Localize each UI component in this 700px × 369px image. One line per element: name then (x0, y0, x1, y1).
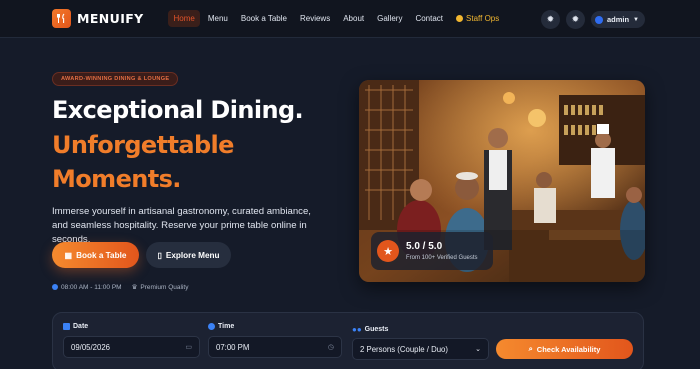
sun-icon: ✹ (546, 14, 555, 24)
rating-card: ★ 5.0 / 5.0 From 100+ Verified Guests (371, 232, 493, 270)
rating-text: 5.0 / 5.0 From 100+ Verified Guests (406, 241, 478, 261)
theme-toggle-button[interactable]: ✹ (540, 10, 560, 29)
date-input[interactable]: 09/05/2026 ▭ (63, 336, 200, 358)
hero-title-line-1: Exceptional Dining. (52, 96, 304, 124)
guests-label-text: Guests (364, 326, 389, 333)
time-value: 07:00 PM (216, 342, 250, 352)
rating-subtitle: From 100+ Verified Guests (406, 255, 478, 261)
quality-info: ♛ Premium Quality (131, 283, 189, 292)
clock-picker-icon[interactable]: ◷ (328, 343, 334, 351)
clock-icon (208, 323, 215, 330)
calendar-icon: ▦ (64, 250, 73, 260)
caret-down-icon: ▼ (633, 16, 639, 23)
check-availability-button[interactable]: ⌕ Check Availability (496, 339, 633, 359)
book-open-icon: ▯ (157, 250, 162, 260)
star-icon: ★ (377, 240, 399, 262)
brand[interactable]: MENUIFY (52, 9, 144, 28)
staff-icon (456, 15, 464, 22)
settings-button[interactable]: ✹ (565, 10, 585, 29)
explore-menu-button[interactable]: ▯ Explore Menu (146, 242, 231, 268)
calendar-icon (63, 323, 70, 330)
staff-ops-label: Staff Ops (466, 14, 500, 23)
utensils-icon (52, 9, 71, 28)
opening-hours-text: 08:00 AM - 11:00 PM (61, 283, 122, 291)
gear-icon: ✹ (571, 14, 580, 24)
user-menu[interactable]: admin ▼ (590, 11, 645, 28)
explore-menu-label: Explore Menu (165, 250, 220, 260)
search-icon: ⌕ (528, 344, 533, 353)
hero-title-line-2: Unforgettable (52, 131, 234, 159)
time-label-text: Time (218, 323, 235, 330)
nav-about[interactable]: About (338, 10, 370, 27)
nav-gallery[interactable]: Gallery (372, 10, 408, 27)
guests-label: ●● Guests (352, 325, 388, 334)
date-label-text: Date (73, 323, 89, 330)
hero-meta: 08:00 AM - 11:00 PM ♛ Premium Quality (52, 283, 188, 291)
book-a-table-label: Book a Table (76, 250, 127, 260)
brand-name: MENUIFY (77, 11, 144, 26)
chevron-down-icon: ⌄ (475, 346, 481, 353)
users-icon: ●● (352, 325, 362, 334)
user-name: admin (606, 15, 630, 24)
guests-select[interactable]: 2 Persons (Couple / Duo) ⌄ (352, 338, 489, 360)
opening-hours: 08:00 AM - 11:00 PM (52, 284, 122, 291)
book-a-table-button[interactable]: ▦ Book a Table (52, 242, 139, 268)
nav-staff-ops[interactable]: Staff Ops (451, 10, 505, 27)
date-label: Date (63, 323, 88, 330)
quality-text: Premium Quality (140, 283, 189, 291)
hero-description: Immerse yourself in artisanal gastronomy… (52, 206, 311, 245)
time-label: Time (208, 323, 234, 330)
clock-icon (52, 284, 58, 290)
date-value: 09/05/2026 (71, 342, 111, 352)
guests-value: 2 Persons (Couple / Duo) (360, 344, 448, 354)
award-icon: ♛ (131, 284, 138, 291)
top-navbar: MENUIFY Home Menu Book a Table Reviews A… (0, 0, 700, 38)
nav-reviews[interactable]: Reviews (294, 10, 335, 27)
nav-contact[interactable]: Contact (410, 10, 449, 27)
time-input[interactable]: 07:00 PM ◷ (208, 336, 342, 358)
nav-book-a-table[interactable]: Book a Table (235, 10, 292, 27)
main-menu: Home Menu Book a Table Reviews About Gal… (168, 10, 507, 27)
nav-home[interactable]: Home (168, 10, 201, 27)
hero-title-line-3: Moments. (52, 165, 181, 193)
check-availability-label: Check Availability (536, 344, 601, 354)
nav-menu[interactable]: Menu (202, 10, 233, 27)
rating-value: 5.0 / 5.0 (406, 241, 443, 252)
nav-actions: ✹ ✹ admin ▼ (540, 10, 645, 29)
user-avatar-icon (594, 15, 603, 24)
hero-badge: AWARD-WINNING DINING & LOUNGE (52, 72, 179, 86)
calendar-picker-icon[interactable]: ▭ (185, 343, 192, 351)
